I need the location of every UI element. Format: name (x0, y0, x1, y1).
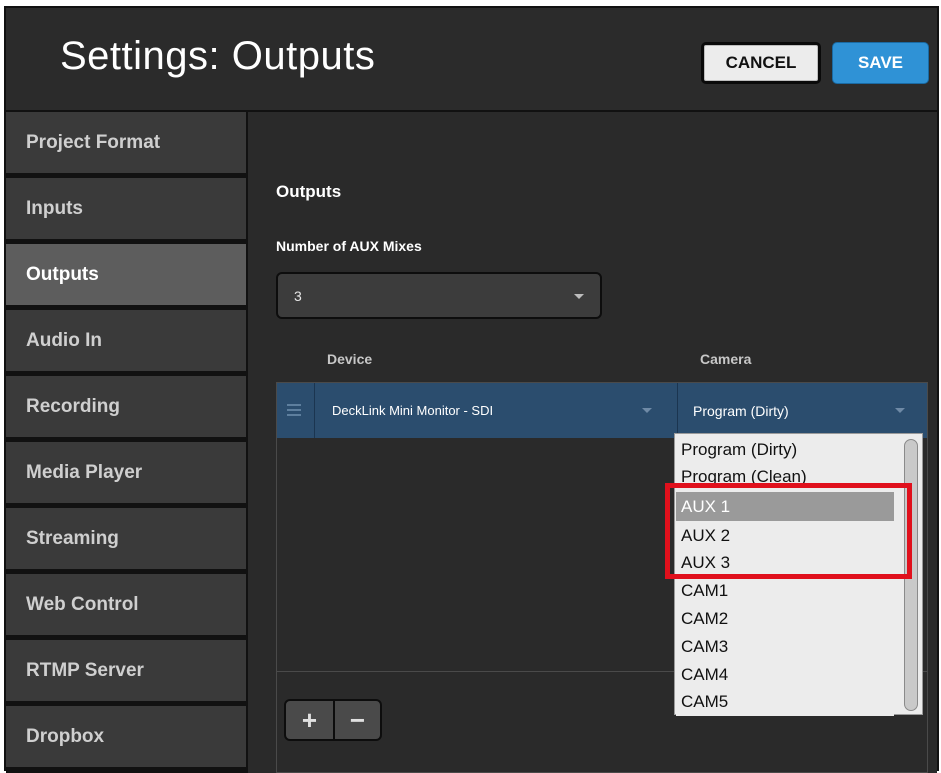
scrollbar-thumb[interactable] (904, 439, 918, 711)
sidebar: Project Format Inputs Outputs Audio In R… (6, 112, 248, 773)
camera-select[interactable]: Program (Dirty) (679, 383, 927, 438)
add-remove-group: + − (284, 699, 382, 741)
sidebar-item-media-player[interactable]: Media Player (6, 442, 246, 505)
dropdown-option-aux-1[interactable]: AUX 1 (676, 492, 894, 521)
sidebar-item-web-control[interactable]: Web Control (6, 574, 246, 637)
chevron-down-icon (574, 294, 584, 299)
dropdown-option-cam2[interactable]: CAM2 (676, 604, 894, 633)
camera-dropdown-list: Program (Dirty) Program (Clean) AUX 1 AU… (674, 433, 923, 716)
save-button[interactable]: SAVE (832, 42, 929, 84)
column-header-camera: Camera (700, 351, 752, 367)
table-row[interactable]: DeckLink Mini Monitor - SDI Program (Dir… (277, 383, 927, 438)
sidebar-item-dropbox[interactable]: Dropbox (6, 706, 246, 769)
section-title: Outputs (276, 182, 342, 201)
chevron-down-icon (642, 408, 652, 413)
dropdown-option-program-dirty[interactable]: Program (Dirty) (676, 435, 894, 464)
chevron-down-icon (895, 408, 905, 413)
drag-handle-icon[interactable] (277, 383, 315, 438)
device-value: DeckLink Mini Monitor - SDI (332, 403, 494, 418)
camera-value: Program (Dirty) (693, 402, 789, 419)
dropdown-option-cam5[interactable]: CAM5 (676, 687, 894, 716)
add-output-button[interactable]: + (286, 701, 333, 739)
page: Settings: Outputs CANCEL SAVE Project Fo… (0, 0, 941, 773)
column-header-device: Device (327, 351, 373, 367)
sidebar-item-project-format[interactable]: Project Format (6, 112, 246, 175)
aux-mixes-value: 3 (294, 287, 302, 304)
dropdown-option-cam1[interactable]: CAM1 (676, 576, 894, 605)
sidebar-item-recording[interactable]: Recording (6, 376, 246, 439)
cancel-button[interactable]: CANCEL (701, 42, 821, 84)
aux-mixes-label: Number of AUX Mixes (276, 238, 422, 254)
aux-mixes-select[interactable]: 3 (276, 272, 602, 319)
sidebar-item-streaming[interactable]: Streaming (6, 508, 246, 571)
dropdown-option-aux-2[interactable]: AUX 2 (676, 521, 894, 550)
dropdown-option-cam4[interactable]: CAM4 (676, 660, 894, 689)
page-title: Settings: Outputs (60, 34, 376, 78)
sidebar-item-outputs[interactable]: Outputs (6, 244, 246, 307)
remove-output-button[interactable]: − (332, 701, 380, 739)
sidebar-item-inputs[interactable]: Inputs (6, 178, 246, 241)
sidebar-item-rtmp-server[interactable]: RTMP Server (6, 640, 246, 703)
sidebar-item-audio-in[interactable]: Audio In (6, 310, 246, 373)
header: Settings: Outputs CANCEL SAVE (6, 8, 937, 112)
dropdown-option-program-clean[interactable]: Program (Clean) (676, 462, 894, 491)
dropdown-option-cam3[interactable]: CAM3 (676, 632, 894, 661)
dropdown-scrollbar[interactable] (899, 436, 919, 712)
dropdown-option-aux-3[interactable]: AUX 3 (676, 548, 894, 577)
device-select[interactable]: DeckLink Mini Monitor - SDI (316, 383, 678, 438)
